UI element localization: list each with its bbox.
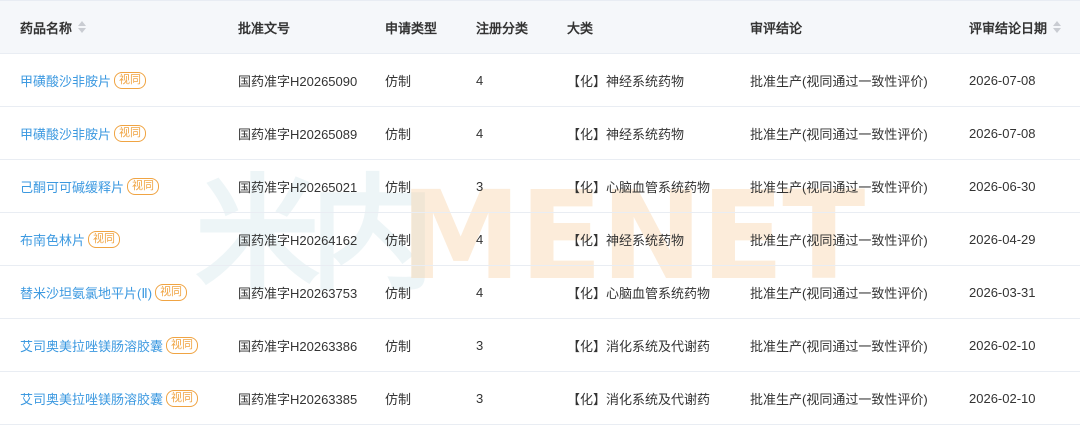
approval-number: 国药准字H20263753 bbox=[238, 285, 358, 301]
table-body: 药品名称 批准文号 申请类型 注册分类 大类 审评结论 评审结论日期 甲磺酸沙非… bbox=[0, 1, 1080, 426]
registration-class: 3 bbox=[476, 390, 484, 406]
apply-type: 仿制 bbox=[385, 73, 412, 89]
sort-icon[interactable] bbox=[78, 21, 87, 33]
table-row: 甲磺酸沙非胺片 视同 国药准字H20265089 仿制 4 【化】神经系统药物 批准生产(视… bbox=[0, 107, 1080, 160]
equivalence-badge: 视同 bbox=[114, 71, 147, 89]
drug-name-cell: 艾司奥美拉唑镁肠溶胶囊 视同 bbox=[20, 372, 199, 424]
conclusion-date: 2026-03-31 bbox=[969, 284, 1036, 300]
header-category: 大类 bbox=[567, 20, 594, 36]
header-date[interactable]: 评审结论日期 bbox=[969, 1, 1062, 53]
conclusion-date: 2026-06-30 bbox=[969, 178, 1036, 194]
drug-name-cell: 替米沙坦氨氯地平片(Ⅱ) 视同 bbox=[20, 266, 188, 318]
sort-icon[interactable] bbox=[1053, 21, 1062, 33]
review-conclusion: 批准生产(视同通过一致性评价) bbox=[750, 73, 928, 89]
drug-name-cell: 甲磺酸沙非胺片 视同 bbox=[20, 54, 147, 106]
drug-name-cell: 甲磺酸沙非胺片 视同 bbox=[20, 107, 147, 159]
table-row: 艾司奥美拉唑镁肠溶胶囊 视同 国药准字H20263386 仿制 3 【化】消化系统及代谢药… bbox=[0, 319, 1080, 372]
registration-class: 3 bbox=[476, 337, 484, 353]
header-conclusion: 审评结论 bbox=[750, 20, 803, 36]
table-row: 艾司奥美拉唑镁肠溶胶囊 视同 国药准字H20263385 仿制 3 【化】消化系统及代谢药… bbox=[0, 372, 1080, 425]
table-header: 药品名称 批准文号 申请类型 注册分类 大类 审评结论 评审结论日期 bbox=[0, 1, 1080, 54]
drug-name-link[interactable]: 甲磺酸沙非胺片 bbox=[20, 124, 111, 143]
apply-type: 仿制 bbox=[385, 285, 412, 301]
table-row: 己酮可可碱缓释片 视同 国药准字H20265021 仿制 3 【化】心脑血管系统药物 批准生… bbox=[0, 160, 1080, 213]
table-row: 甲磺酸沙非胺片 视同 国药准字H20265090 仿制 4 【化】神经系统药物 批准生产(视… bbox=[0, 54, 1080, 107]
drug-category: 【化】神经系统药物 bbox=[567, 126, 685, 142]
approval-number: 国药准字H20263385 bbox=[238, 391, 358, 407]
drug-name-link[interactable]: 甲磺酸沙非胺片 bbox=[20, 71, 111, 90]
equivalence-badge: 视同 bbox=[127, 177, 160, 195]
drug-category: 【化】消化系统及代谢药 bbox=[567, 338, 711, 354]
drug-approval-table: 米内 MENET 药品名称 批准文号 申请类型 注册分类 大类 审评结论 评审结… bbox=[0, 0, 1080, 425]
drug-name-link[interactable]: 艾司奥美拉唑镁肠溶胶囊 bbox=[20, 389, 163, 408]
registration-class: 4 bbox=[476, 284, 484, 300]
drug-name-cell: 艾司奥美拉唑镁肠溶胶囊 视同 bbox=[20, 319, 199, 371]
conclusion-date: 2026-04-29 bbox=[969, 231, 1036, 247]
drug-category: 【化】心脑血管系统药物 bbox=[567, 285, 711, 301]
drug-name-link[interactable]: 布南色林片 bbox=[20, 230, 85, 249]
drug-name-cell: 己酮可可碱缓释片 视同 bbox=[20, 160, 160, 212]
apply-type: 仿制 bbox=[385, 338, 412, 354]
header-date-label: 评审结论日期 bbox=[969, 20, 1048, 36]
drug-name-link[interactable]: 替米沙坦氨氯地平片(Ⅱ) bbox=[20, 283, 152, 302]
review-conclusion: 批准生产(视同通过一致性评价) bbox=[750, 338, 928, 354]
review-conclusion: 批准生产(视同通过一致性评价) bbox=[750, 285, 928, 301]
conclusion-date: 2026-07-08 bbox=[969, 125, 1036, 141]
review-conclusion: 批准生产(视同通过一致性评价) bbox=[750, 232, 928, 248]
registration-class: 4 bbox=[476, 231, 484, 247]
conclusion-date: 2026-02-10 bbox=[969, 390, 1036, 406]
header-approval-no: 批准文号 bbox=[238, 20, 291, 36]
review-conclusion: 批准生产(视同通过一致性评价) bbox=[750, 179, 928, 195]
header-apply-type: 申请类型 bbox=[385, 20, 438, 36]
drug-name-cell: 布南色林片 视同 bbox=[20, 213, 121, 265]
review-conclusion: 批准生产(视同通过一致性评价) bbox=[750, 126, 928, 142]
registration-class: 4 bbox=[476, 72, 484, 88]
registration-class: 3 bbox=[476, 178, 484, 194]
drug-name-link[interactable]: 艾司奥美拉唑镁肠溶胶囊 bbox=[20, 336, 163, 355]
table-row: 替米沙坦氨氯地平片(Ⅱ) 视同 国药准字H20263753 仿制 4 【化】心脑血管系统药… bbox=[0, 266, 1080, 319]
equivalence-badge: 视同 bbox=[88, 230, 121, 248]
approval-number: 国药准字H20263386 bbox=[238, 338, 358, 354]
header-drug-name-label: 药品名称 bbox=[20, 20, 73, 36]
equivalence-badge: 视同 bbox=[166, 389, 199, 407]
equivalence-badge: 视同 bbox=[166, 336, 199, 354]
header-drug-name[interactable]: 药品名称 bbox=[20, 1, 87, 53]
apply-type: 仿制 bbox=[385, 391, 412, 407]
approval-number: 国药准字H20265090 bbox=[238, 73, 358, 89]
apply-type: 仿制 bbox=[385, 126, 412, 142]
approval-number: 国药准字H20265021 bbox=[238, 179, 358, 195]
approval-number: 国药准字H20265089 bbox=[238, 126, 358, 142]
table-row: 布南色林片 视同 国药准字H20264162 仿制 4 【化】神经系统药物 批准生产(视同通… bbox=[0, 213, 1080, 266]
drug-category: 【化】神经系统药物 bbox=[567, 232, 685, 248]
apply-type: 仿制 bbox=[385, 179, 412, 195]
apply-type: 仿制 bbox=[385, 232, 412, 248]
approval-number: 国药准字H20264162 bbox=[238, 232, 358, 248]
conclusion-date: 2026-07-08 bbox=[969, 72, 1036, 88]
equivalence-badge: 视同 bbox=[114, 124, 147, 142]
drug-name-link[interactable]: 己酮可可碱缓释片 bbox=[20, 177, 124, 196]
header-reg-class: 注册分类 bbox=[476, 20, 529, 36]
equivalence-badge: 视同 bbox=[155, 283, 188, 301]
conclusion-date: 2026-02-10 bbox=[969, 337, 1036, 353]
review-conclusion: 批准生产(视同通过一致性评价) bbox=[750, 391, 928, 407]
registration-class: 4 bbox=[476, 125, 484, 141]
drug-category: 【化】心脑血管系统药物 bbox=[567, 179, 711, 195]
drug-category: 【化】消化系统及代谢药 bbox=[567, 391, 711, 407]
drug-category: 【化】神经系统药物 bbox=[567, 73, 685, 89]
